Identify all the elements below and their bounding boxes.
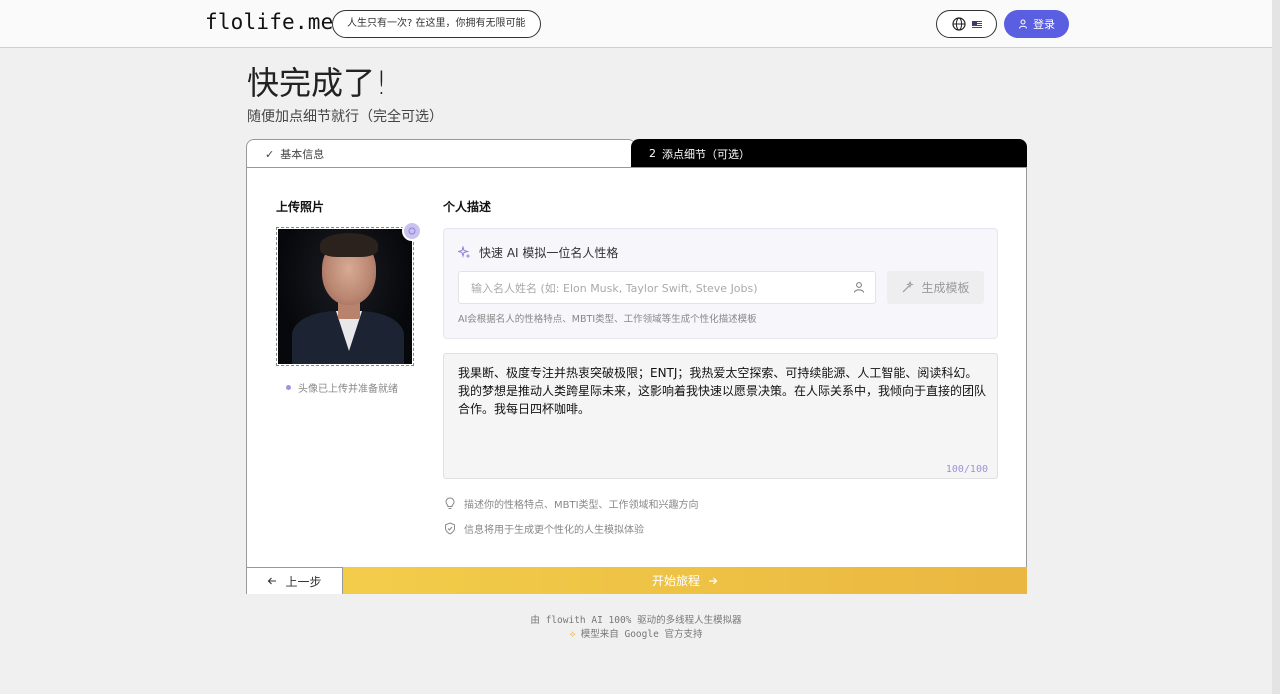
celebrity-name-input[interactable]: 输入名人姓名 (如: Elon Musk, Taylor Swift, Stev… [458,271,876,304]
status-dot-icon [286,385,291,390]
us-flag-icon [971,20,982,28]
step-number: 2 [649,147,656,160]
upload-status-text: 头像已上传并准备就绪 [298,384,398,395]
language-button[interactable] [936,10,997,38]
sparkle-icon: ⟡ [569,629,576,640]
user-icon [854,282,864,293]
tip-text: 信息将用于生成更个性化的人生模拟体验 [464,525,644,536]
upload-photo-label: 上传照片 [276,200,325,214]
footer-model-text: 模型来自 Google 官方支持 [580,629,703,640]
sparkle-icon [458,246,471,259]
footer-credit: 由 flowith AI 100% 驱动的多线程人生模拟器 [530,615,742,626]
step-tab-details[interactable]: 2 添点细节（可选） [631,139,1027,168]
page-scrollbar[interactable] [1272,0,1280,694]
top-navbar: flolife.me 人生只有一次? 在这里，你拥有无限可能 登录 [0,0,1272,48]
globe-icon [951,17,966,31]
arrow-right-icon [709,577,718,584]
ai-panel-title-text: 快速 AI 模拟一位名人性格 [479,246,619,260]
ai-panel-title: 快速 AI 模拟一位名人性格 [458,244,618,261]
ai-hint-text: AI会根据名人的性格特点、MBTI类型、工作领域等生成个性化描述模板 [458,314,757,325]
back-button[interactable]: 上一步 [247,567,343,594]
back-label: 上一步 [285,574,322,589]
tip-text: 描述你的性格特点、MBTI类型、工作领域和兴趣方向 [464,500,699,511]
upload-status: 头像已上传并准备就绪 [286,380,398,395]
login-label: 登录 [1033,18,1055,31]
magic-wand-icon [903,281,915,293]
start-journey-label: 开始旅程 [651,574,700,588]
ai-celebrity-panel: 快速 AI 模拟一位名人性格 输入名人姓名 (如: Elon Musk, Tay… [443,228,998,339]
description-text: 我果断、极度专注并热衷突破极限；ENTJ；我热爱太空探索、可持续能源、人工智能、… [458,366,987,416]
lightbulb-icon [445,497,455,509]
char-counter: 100/100 [945,464,988,475]
shield-check-icon [445,522,455,535]
generate-template-button[interactable]: 生成模板 [887,271,984,304]
check-icon: ✓ [265,147,275,161]
celebrity-name-placeholder: 输入名人姓名 (如: Elon Musk, Taylor Swift, Stev… [471,281,758,295]
step-tab-basic-info[interactable]: ✓ 基本信息 [246,139,636,168]
login-button[interactable]: 登录 [1004,10,1069,38]
step-label: 基本信息 [280,148,325,161]
user-icon [1019,19,1027,29]
page-title: 快完成了! [247,64,388,102]
start-journey-button[interactable]: 开始旅程 [343,567,1027,594]
step-label: 添点细节（可选） [662,147,750,161]
tip-item: 描述你的性格特点、MBTI类型、工作领域和兴趣方向 [444,496,699,511]
site-logo[interactable]: flolife.me [205,10,333,34]
description-label: 个人描述 [443,200,492,214]
footer-model-note: ⟡ 模型来自 Google 官方支持 [0,626,1272,640]
arrow-left-icon [268,577,277,585]
description-textarea[interactable]: 我果断、极度专注并热衷突破极限；ENTJ；我热爱太空探索、可持续能源、人工智能、… [443,353,998,479]
tip-item: 信息将用于生成更个性化的人生模拟体验 [444,521,644,536]
photo-edit-badge-icon[interactable] [402,221,422,241]
page-subtitle: 随便加点细节就行（完全可选） [247,109,443,125]
photo-upload-dropzone[interactable] [276,227,414,366]
avatar-photo [278,229,412,364]
generate-template-label: 生成模板 [921,281,970,295]
tagline-pill: 人生只有一次? 在这里，你拥有无限可能 [332,10,541,38]
form-card: 上传照片 头像已上传并准备就绪 个人描述 快速 AI 模拟一位名人性格 输入名人… [246,167,1027,594]
